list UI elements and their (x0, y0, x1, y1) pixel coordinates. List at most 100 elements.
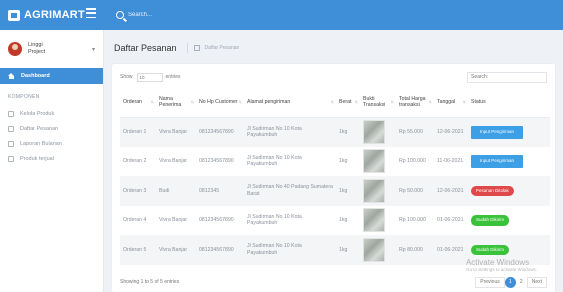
hamburger-menu-icon[interactable] (86, 8, 96, 18)
cell-bukti (360, 147, 396, 177)
cell-alamat: Jl Sudirman No 10 Kota Payakumbuh (247, 154, 302, 168)
receipt-thumbnail[interactable] (363, 208, 385, 233)
sidebar-item-kelola-produk[interactable]: Kelola Produk (0, 106, 103, 121)
table-header-row: Orderan ⇅ Nama Penerima ⇅ No Hp Customer ⇅ … (120, 88, 550, 118)
sidebar-item-laporan-bulanan[interactable]: Laporan Bulanan (0, 136, 103, 151)
list-icon (8, 125, 14, 132)
user-role: Project (28, 49, 46, 55)
cell-total: Rp 100.000 (399, 217, 426, 223)
sort-icon: ⇅ (354, 99, 358, 105)
sort-icon: ⇅ (238, 99, 242, 105)
cell-alamat: Jl Sudirman No 10 Kota Payakumbuh (247, 213, 302, 227)
cell-alamat: Jl Sudirman No 10 Kota Payakumbuh (244, 235, 336, 265)
report-icon (8, 140, 14, 147)
table-search-input[interactable] (467, 71, 547, 83)
next-button[interactable]: Next (526, 276, 547, 288)
table-info: Showing 1 to 5 of 5 entries (120, 279, 180, 285)
brand-name: AGRIMART (24, 9, 85, 21)
logo-icon (8, 9, 20, 21)
breadcrumb[interactable]: Daftar Pesanan (205, 45, 240, 51)
status-badge: Pesanan Ditolak (471, 185, 514, 196)
user-panel[interactable]: Linggi Project ▾ (0, 30, 103, 60)
cell-orderan: Orderan 2 (123, 158, 147, 164)
cell-nama: Vivra Banjar (156, 117, 196, 147)
table-row: Orderan 2 Vivra Banjar 081234567890 Jl S… (120, 147, 550, 177)
sidebar-item-label: Dashboard (21, 73, 50, 79)
receipt-thumbnail[interactable] (363, 149, 385, 174)
cell-orderan: Orderan 3 (120, 176, 156, 206)
receipt-thumbnail[interactable] (363, 237, 385, 262)
column-header-status[interactable]: Status (468, 88, 550, 118)
column-header-orderan[interactable]: Orderan ⇅ (120, 88, 156, 118)
column-header-alamat[interactable]: Alamat pengiriman ⇅ (244, 88, 336, 118)
pagination: Previous 1 2 Next (475, 276, 547, 288)
cell-bukti (360, 235, 396, 265)
orders-table: Orderan ⇅ Nama Penerima ⇅ No Hp Customer ⇅ … (120, 88, 550, 265)
global-search-input[interactable] (128, 12, 248, 18)
cell-total: Rp 55.000 (396, 117, 434, 147)
cell-status: Pesanan Ditolak (468, 176, 550, 206)
table-row: Orderan 3 Budi 0812345 Jl Sudirman No 40… (120, 176, 550, 206)
sort-icon: ⇅ (462, 99, 466, 105)
sidebar-item-dashboard[interactable]: Dashboard (0, 68, 103, 84)
column-header-bukti[interactable]: Bukti Transaksi ⇅ (360, 88, 396, 118)
cell-total: Rp 100.000 (399, 158, 426, 164)
cell-berat: 1kg (336, 176, 360, 206)
sidebar-item-label: Laporan Bulanan (20, 140, 62, 147)
page-header: Daftar Pesanan Daftar Pesanan (114, 40, 553, 56)
avatar (8, 42, 22, 56)
cell-orderan: Orderan 4 (123, 217, 147, 223)
entries-select[interactable]: 10 (136, 72, 163, 82)
previous-button[interactable]: Previous (475, 276, 505, 288)
cell-nohp: 081234567890 (196, 117, 244, 147)
sidebar: Linggi Project ▾ Dashboard KOMPONEN Kelo… (0, 30, 104, 292)
main-content: Daftar Pesanan Daftar Pesanan Show 10 en… (104, 30, 563, 292)
cell-alamat: Jl Sudirman No 40 Padang Sumatera Barat (244, 176, 336, 206)
cell-tanggal: 11-06-2021 (437, 158, 464, 164)
input-pengiriman-button[interactable]: Input Pengiriman (471, 154, 523, 168)
column-header-nohp[interactable]: No Hp Customer ⇅ (196, 88, 244, 118)
column-header-nama[interactable]: Nama Penerima ⇅ (156, 88, 196, 118)
sort-icon: ⇅ (428, 99, 432, 105)
sidebar-item-produk-terjual[interactable]: Produk terjual (0, 151, 103, 166)
box-icon (8, 110, 14, 117)
input-pengiriman-button[interactable]: Input Pengiriman (471, 125, 523, 139)
show-label: Show (120, 74, 133, 80)
cell-orderan: Orderan 1 (120, 117, 156, 147)
cell-tanggal: 12-06-2021 (434, 176, 468, 206)
sidebar-section-label: KOMPONEN (8, 94, 40, 100)
receipt-thumbnail[interactable] (363, 178, 385, 203)
cell-tanggal: 12-06-2021 (434, 117, 468, 147)
cell-nohp: 081234567890 (199, 158, 234, 164)
page-2-button[interactable]: 2 (516, 277, 527, 288)
sidebar-item-label: Kelola Produk (20, 110, 55, 117)
cell-tanggal: 01-06-2021 (437, 217, 464, 223)
chevron-down-icon[interactable]: ▾ (92, 46, 95, 53)
cell-nama: Vivra Banjar (159, 158, 188, 164)
breadcrumb-home-icon[interactable] (193, 45, 200, 51)
activation-watermark: Activate Windows Go to Settings to activ… (465, 258, 537, 272)
receipt-thumbnail[interactable] (363, 120, 385, 144)
cell-nama: Vivra Banjar (156, 235, 196, 265)
column-header-tanggal[interactable]: Tanggal ⇅ (434, 88, 468, 118)
sort-icon: ⇅ (150, 99, 154, 105)
brand-bar: AGRIMART (0, 0, 104, 30)
cell-tanggal: 01-06-2021 (434, 235, 468, 265)
cell-total: Rp 50.000 (396, 176, 434, 206)
cell-orderan: Orderan 5 (120, 235, 156, 265)
cell-berat: 1kg (336, 117, 360, 147)
cell-total: Rp 80.000 (396, 235, 434, 265)
table-footer: Showing 1 to 5 of 5 entries Previous 1 2… (120, 275, 547, 289)
cell-nohp: 0812345 (196, 176, 244, 206)
cell-berat: 1kg (339, 158, 348, 164)
column-header-berat[interactable]: Berat ⇅ (336, 88, 360, 118)
sold-icon (8, 155, 14, 162)
sort-icon: ⇅ (390, 99, 394, 105)
cell-berat: 1kg (336, 235, 360, 265)
sidebar-item-daftar-pesanan[interactable]: Daftar Pesanan (0, 121, 103, 136)
table-row: Orderan 1 Vivra Banjar 081234567890 Jl S… (120, 117, 550, 147)
column-header-total[interactable]: Total Harga transaksi ⇅ (396, 88, 434, 118)
table-row: Orderan 4 Vivra Banjar 081234567890 Jl S… (120, 206, 550, 236)
cell-nohp: 081234567890 (196, 235, 244, 265)
page-1-button[interactable]: 1 (504, 276, 516, 288)
